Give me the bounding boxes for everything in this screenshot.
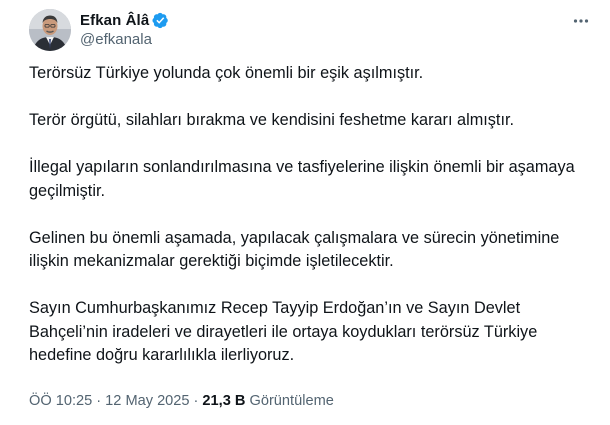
tweet-paragraph: Terör örgütü, silahları bırakma ve kendi… xyxy=(29,111,515,129)
display-name[interactable]: Efkan Âlâ xyxy=(80,12,149,29)
avatar[interactable] xyxy=(29,9,71,51)
meta-separator: · xyxy=(96,393,102,409)
tweet-header: Efkan Âlâ @efkanala xyxy=(29,9,599,51)
tweet-paragraph: İllegal yapıların sonlandırılmasına ve t… xyxy=(29,158,575,200)
tweet-paragraph: Terörsüz Türkiye yolunda çok önemli bir … xyxy=(29,64,424,82)
views-count[interactable]: 21,3 B xyxy=(202,393,245,409)
tweet-paragraph: Sayın Cumhurbaşkanımız Recep Tayyip Erdo… xyxy=(29,299,538,364)
tweet-paragraph: Gelinen bu önemli aşamada, yapılacak çal… xyxy=(29,228,560,271)
tweet-time[interactable]: ÖÖ 10:25 xyxy=(29,393,92,409)
user-handle[interactable]: @efkanala xyxy=(80,31,169,48)
name-row: Efkan Âlâ xyxy=(80,10,169,30)
tweet-meta: ÖÖ 10:25 · 12 May 2025 · 21,3 B Görüntüleme xyxy=(29,393,334,409)
tweet-text: Terörsüz Türkiye yolunda çok önemli bir … xyxy=(29,62,589,368)
views-label: Görüntüleme xyxy=(249,393,334,409)
tweet-card: Efkan Âlâ @efkanala Terörsüz Türkiye yol… xyxy=(0,0,610,425)
verified-badge-icon[interactable] xyxy=(152,12,169,29)
meta-separator: · xyxy=(193,393,199,409)
tweet-date[interactable]: 12 May 2025 xyxy=(105,393,189,409)
more-options-icon[interactable] xyxy=(571,11,591,31)
user-names: Efkan Âlâ @efkanala xyxy=(80,10,169,48)
